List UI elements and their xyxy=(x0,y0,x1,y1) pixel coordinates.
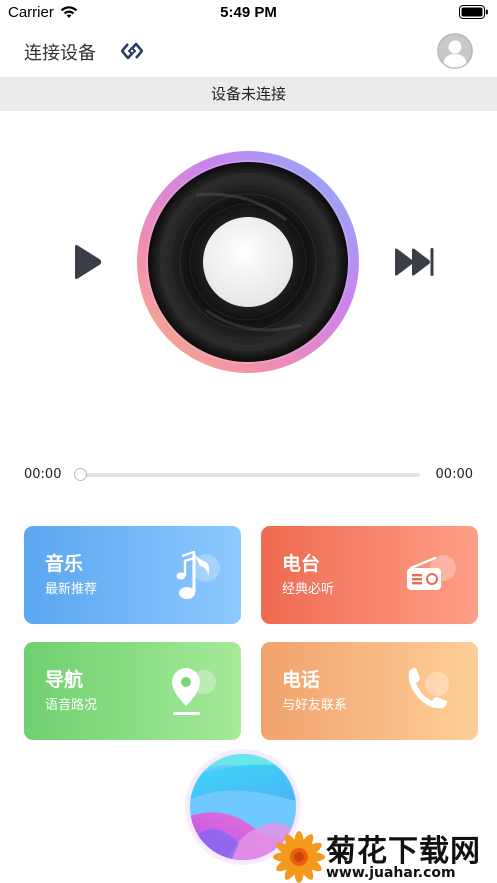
status-bar: Carrier 5:49 PM xyxy=(0,0,497,26)
radio-icon xyxy=(407,555,456,590)
card-radio[interactable]: 电台 经典必听 xyxy=(261,526,478,624)
progress-track[interactable] xyxy=(80,473,420,477)
progress-bar: 00:00 00:00 xyxy=(0,462,497,488)
connection-status-banner: 设备未连接 xyxy=(0,77,497,111)
watermark-title: 菊花下载网 xyxy=(326,834,481,869)
card-subtitle: 语音路况 xyxy=(45,698,98,713)
card-title: 电话 xyxy=(282,669,321,691)
watermark: 菊花下载网 www.juahar.com xyxy=(272,824,497,883)
flower-logo xyxy=(273,831,325,883)
card-subtitle: 与好友联系 xyxy=(282,698,348,713)
nav-bar: 连接设备 xyxy=(0,26,497,76)
music-note-icon xyxy=(176,550,220,599)
vinyl-disc xyxy=(137,151,359,373)
avatar[interactable] xyxy=(437,33,473,69)
link-icon[interactable] xyxy=(121,41,143,61)
card-phone[interactable]: 电话 与好友联系 xyxy=(261,642,478,740)
map-pin-icon xyxy=(172,668,216,715)
card-subtitle: 最新推荐 xyxy=(45,582,98,597)
user-icon xyxy=(437,33,473,69)
current-time: 00:00 xyxy=(24,467,62,482)
play-button[interactable] xyxy=(70,243,104,281)
total-time: 00:00 xyxy=(435,467,473,482)
card-title: 音乐 xyxy=(45,553,84,575)
connect-device-title[interactable]: 连接设备 xyxy=(24,39,96,65)
status-time: 5:49 PM xyxy=(220,4,277,21)
watermark-url: www.juahar.com xyxy=(326,865,456,881)
phone-icon xyxy=(408,668,449,709)
card-navigation[interactable]: 导航 语音路况 xyxy=(24,642,241,740)
progress-thumb[interactable] xyxy=(74,468,87,481)
next-track-button[interactable] xyxy=(393,246,435,278)
card-music[interactable]: 音乐 最新推荐 xyxy=(24,526,241,624)
card-title: 导航 xyxy=(45,669,84,691)
card-subtitle: 经典必听 xyxy=(282,582,335,597)
battery-icon xyxy=(459,5,488,19)
card-title: 电台 xyxy=(282,553,321,575)
